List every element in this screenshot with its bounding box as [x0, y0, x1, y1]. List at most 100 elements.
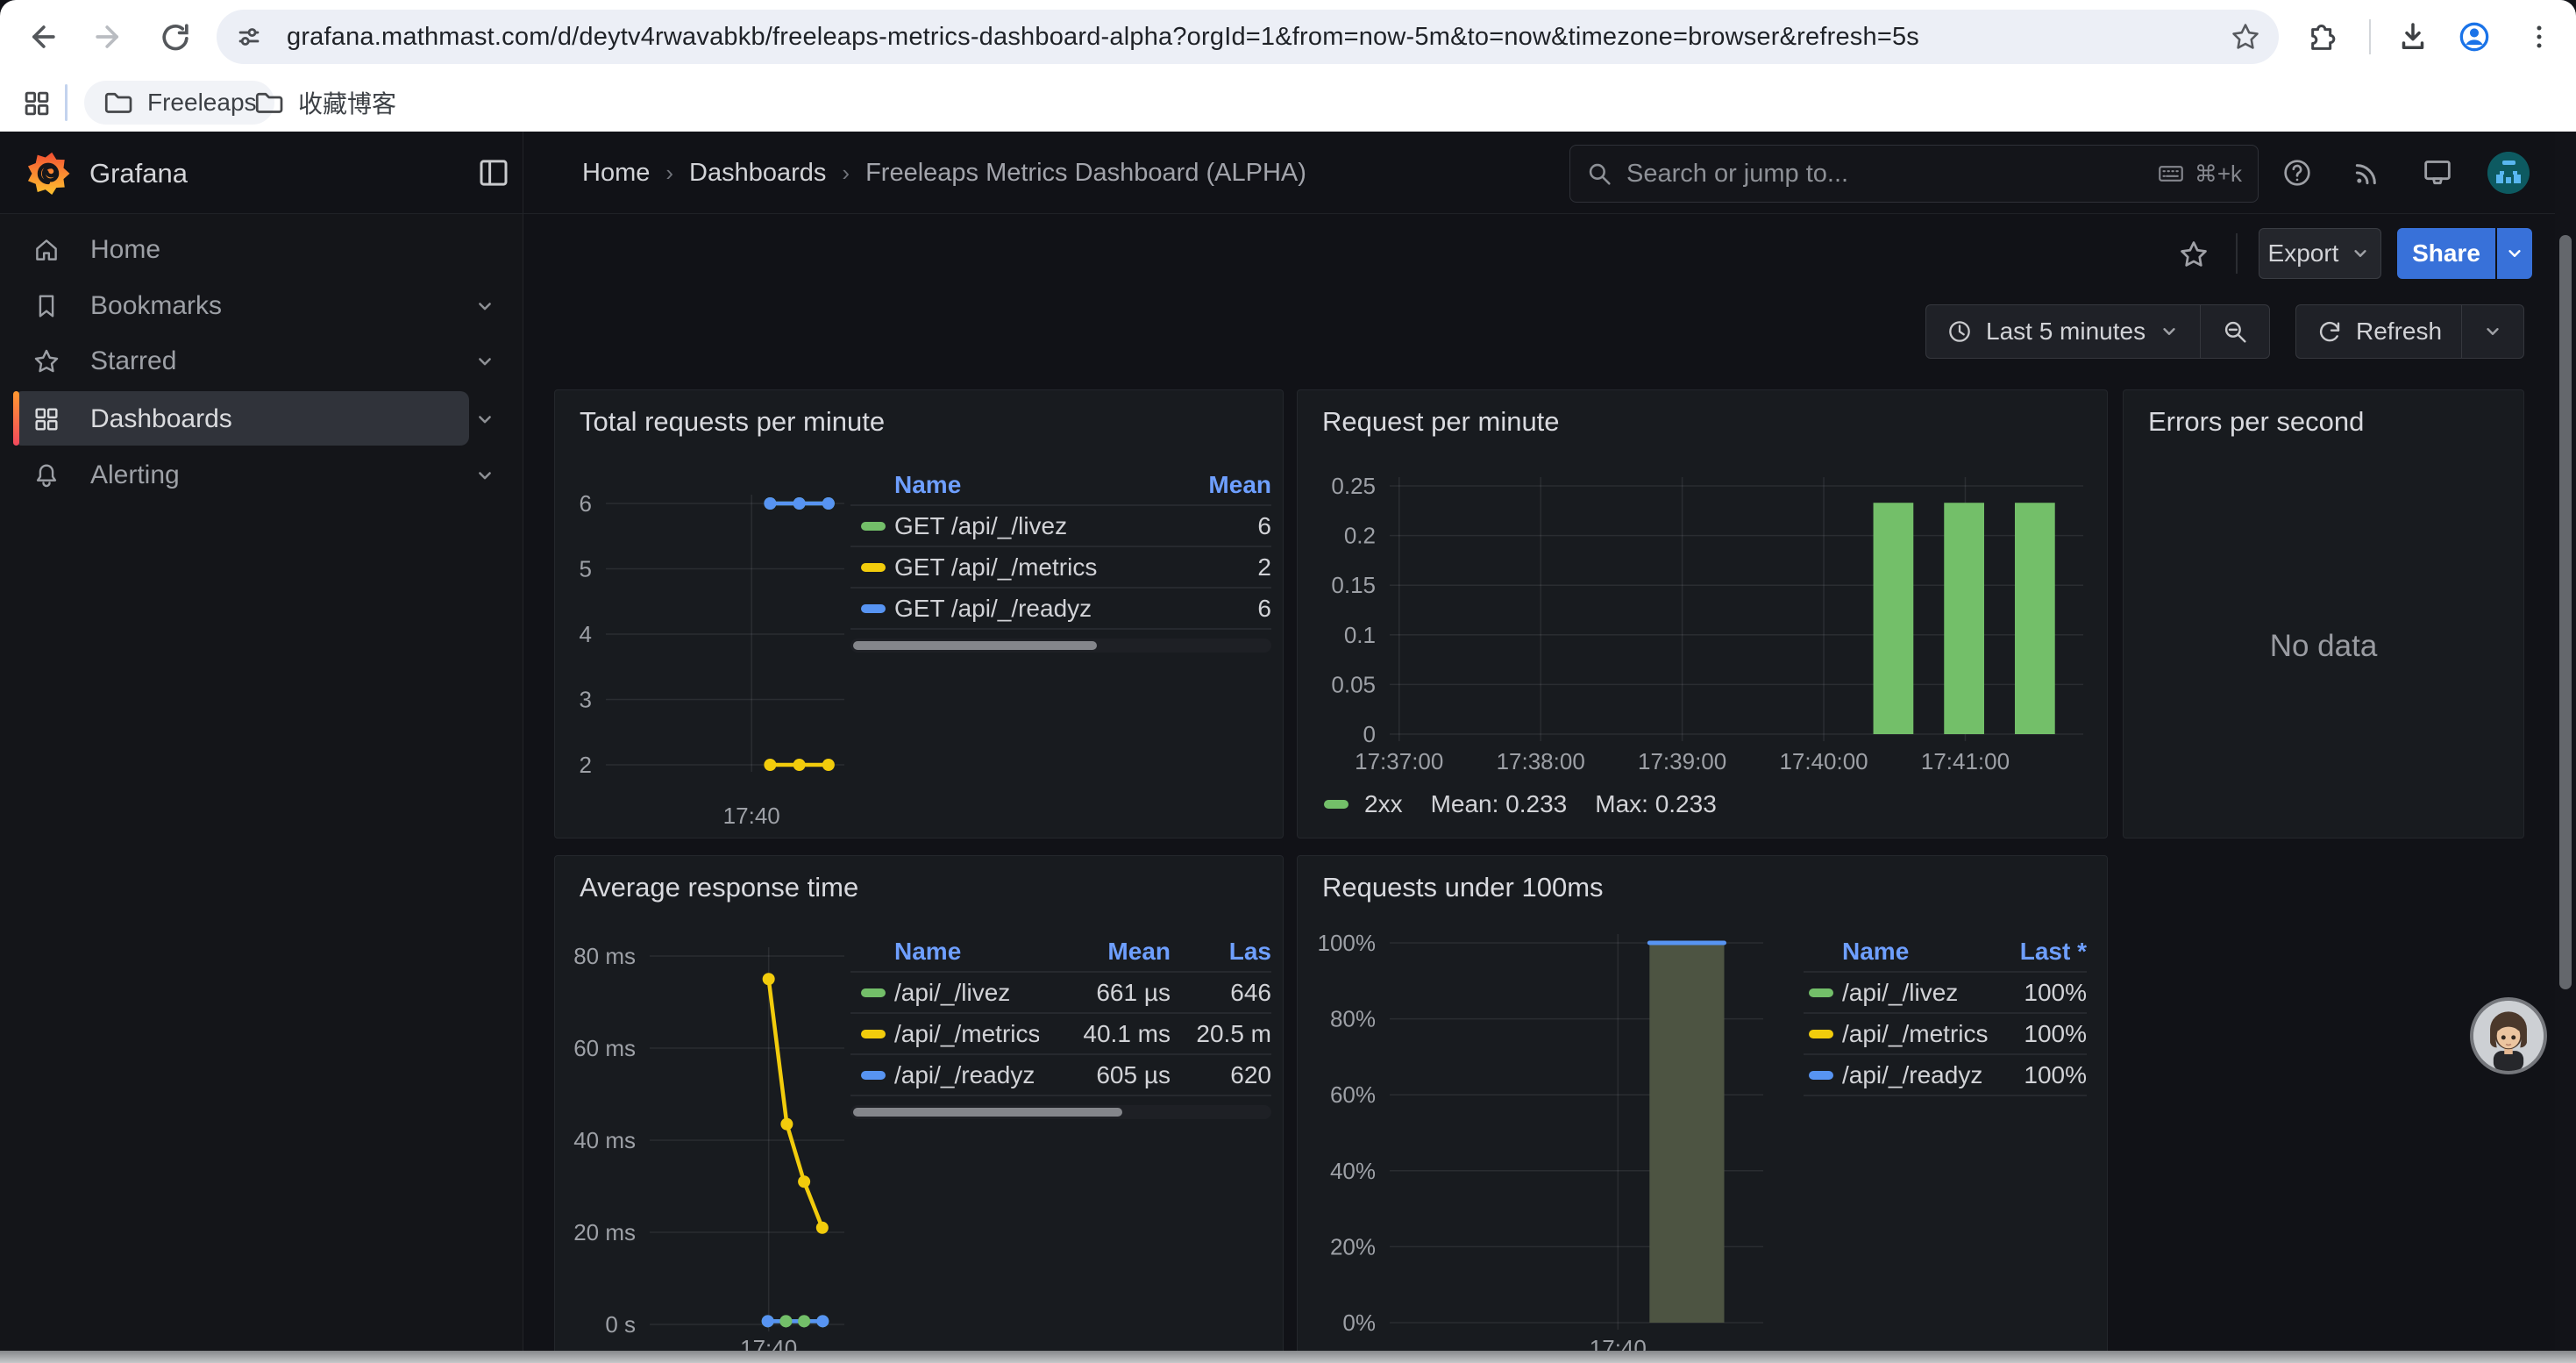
svg-text:60%: 60% [1330, 1081, 1376, 1108]
legend-row[interactable]: GET /api/_/readyz 6 [850, 587, 1271, 628]
sidebar-item-label: Dashboards [90, 404, 232, 434]
series-color-pill [1324, 800, 1348, 809]
url-text[interactable]: grafana.mathmast.com/d/deytv4rwavabkb/fr… [287, 23, 1919, 52]
legend-header-last[interactable]: Las [1171, 938, 1271, 966]
legend-row[interactable]: /api/_/livez 100% [1804, 971, 2087, 1012]
legend-row[interactable]: /api/_/readyz 605 µs 620 [850, 1053, 1271, 1095]
chevron-down-icon[interactable] [472, 462, 498, 489]
legend-header-mean[interactable]: Mean [1039, 938, 1171, 966]
no-data-message: No data [2124, 629, 2523, 664]
bookmark-star-icon[interactable] [2230, 21, 2261, 53]
breadcrumb-home[interactable]: Home [582, 159, 650, 188]
time-range-label: Last 5 minutes [1986, 318, 2145, 346]
legend-mean: Mean: 0.233 [1431, 790, 1568, 818]
legend-row[interactable]: /api/_/readyz 100% [1804, 1053, 2087, 1095]
assistant-avatar[interactable] [2473, 1001, 2544, 1071]
series-color-pill [1809, 1071, 1833, 1080]
downloads-icon[interactable] [2392, 16, 2434, 58]
sidebar-item-starred[interactable]: Starred [0, 333, 523, 389]
svg-text:0.15: 0.15 [1331, 572, 1376, 598]
series-color-pill [861, 1071, 886, 1080]
home-icon [32, 235, 61, 265]
browser-back-icon[interactable] [21, 16, 63, 58]
share-menu-chevron[interactable] [2497, 228, 2532, 279]
svg-text:17:38:00: 17:38:00 [1497, 748, 1585, 774]
apps-grid-icon[interactable] [16, 82, 58, 125]
panel-title[interactable]: Errors per second [2148, 406, 2364, 438]
legend-header-name[interactable]: Name [894, 471, 1149, 499]
sidebar-item-dashboards[interactable]: Dashboards [0, 391, 523, 447]
browser-forward-icon[interactable] [88, 16, 130, 58]
legend-header-last[interactable]: Last * [1999, 938, 2087, 966]
svg-text:0%: 0% [1342, 1309, 1376, 1336]
svg-text:4: 4 [580, 621, 592, 647]
favorite-dashboard-star-icon[interactable] [2173, 233, 2215, 275]
panel-errors-per-second[interactable]: Errors per second No data [2123, 389, 2524, 838]
svg-text:0: 0 [1363, 721, 1376, 747]
series-color-pill [861, 563, 886, 572]
share-button[interactable]: Share [2397, 228, 2495, 279]
breadcrumb-dashboards[interactable]: Dashboards [689, 159, 826, 188]
star-icon [32, 346, 61, 376]
legend-row[interactable]: /api/_/metrics 100% [1804, 1012, 2087, 1053]
chevron-down-icon[interactable] [472, 348, 498, 375]
bookmark-folder-blogs[interactable]: 收藏博客 [235, 81, 414, 125]
panel-requests-under-100ms[interactable]: Requests under 100ms 100%80%60%40%20%0%1… [1297, 855, 2108, 1363]
kiosk-monitor-icon[interactable] [2418, 153, 2457, 192]
user-avatar[interactable] [2487, 152, 2530, 194]
sidebar-item-home[interactable]: Home [0, 222, 523, 278]
browser-menu-icon[interactable] [2518, 16, 2560, 58]
news-rss-icon[interactable] [2348, 153, 2387, 192]
bell-icon [32, 460, 61, 490]
grafana-logo-icon[interactable] [25, 149, 72, 196]
panel-average-response-time[interactable]: Average response time 80 ms60 ms40 ms20 … [554, 855, 1284, 1363]
legend-series-name[interactable]: 2xx [1364, 790, 1403, 818]
legend-inline[interactable]: 2xx Mean: 0.233 Max: 0.233 [1324, 790, 1717, 818]
sidebar-toggle-icon[interactable] [475, 154, 512, 191]
time-range-picker[interactable]: Last 5 minutes [1926, 305, 2200, 358]
chevron-down-icon [2503, 242, 2526, 265]
svg-text:80 ms: 80 ms [573, 943, 636, 969]
search-input[interactable]: Search or jump to... ⌘+k [1569, 145, 2259, 203]
legend-row[interactable]: /api/_/metrics 40.1 ms 20.5 m [850, 1012, 1271, 1053]
legend-header-mean[interactable]: Mean [1149, 471, 1271, 499]
legend-header-name[interactable]: Name [894, 938, 1039, 966]
chevron-down-icon[interactable] [472, 406, 498, 432]
series-color-pill [861, 1030, 886, 1038]
sidebar-item-alerting[interactable]: Alerting [0, 447, 523, 503]
chevron-down-icon [2158, 320, 2181, 343]
legend-scrollbar[interactable] [850, 639, 1271, 653]
zoom-out-icon [2220, 317, 2250, 346]
profile-icon[interactable] [2453, 16, 2495, 58]
extensions-icon[interactable] [2299, 16, 2341, 58]
chevron-down-icon[interactable] [472, 293, 498, 319]
refresh-interval-chevron[interactable] [2461, 305, 2523, 358]
series-color-pill [861, 604, 886, 613]
brand-label: Grafana [89, 158, 188, 189]
sidebar-item-bookmarks[interactable]: Bookmarks [0, 278, 523, 334]
address-bar[interactable]: grafana.mathmast.com/d/deytv4rwavabkb/fr… [217, 10, 2279, 64]
folder-icon [102, 87, 133, 118]
zoom-out-time-button[interactable] [2200, 305, 2269, 358]
page-scrollbar[interactable] [2555, 132, 2576, 1351]
refresh-button[interactable]: Refresh [2296, 305, 2461, 358]
panel-request-per-minute[interactable]: Request per minute 0.250.20.150.10.05017… [1297, 389, 2108, 838]
svg-text:17:39:00: 17:39:00 [1638, 748, 1726, 774]
help-icon[interactable] [2278, 153, 2316, 192]
browser-reload-icon[interactable] [154, 16, 196, 58]
site-settings-icon[interactable] [234, 22, 264, 52]
legend-row[interactable]: GET /api/_/metrics 2 [850, 546, 1271, 587]
legend-header-name[interactable]: Name [1842, 938, 1999, 966]
panel-total-requests-per-minute[interactable]: Total requests per minute 6543217:40 Nam… [554, 389, 1284, 838]
legend-row[interactable]: GET /api/_/livez 6 [850, 504, 1271, 546]
legend-row[interactable]: /api/_/livez 661 µs 646 [850, 971, 1271, 1012]
svg-text:5: 5 [580, 556, 592, 582]
scrollbar-thumb[interactable] [2559, 235, 2572, 989]
bar-chart[interactable]: 0.250.20.150.10.05017:37:0017:38:0017:39… [1298, 390, 2108, 838]
chevron-down-icon [2349, 242, 2372, 265]
export-button[interactable]: Export [2259, 228, 2381, 279]
legend-max: Max: 0.233 [1595, 790, 1717, 818]
legend-scrollbar[interactable] [850, 1105, 1271, 1119]
svg-text:17:40: 17:40 [723, 803, 780, 829]
legend-table: Name Mean GET /api/_/livez 6 GET /api/_/… [850, 466, 1271, 653]
